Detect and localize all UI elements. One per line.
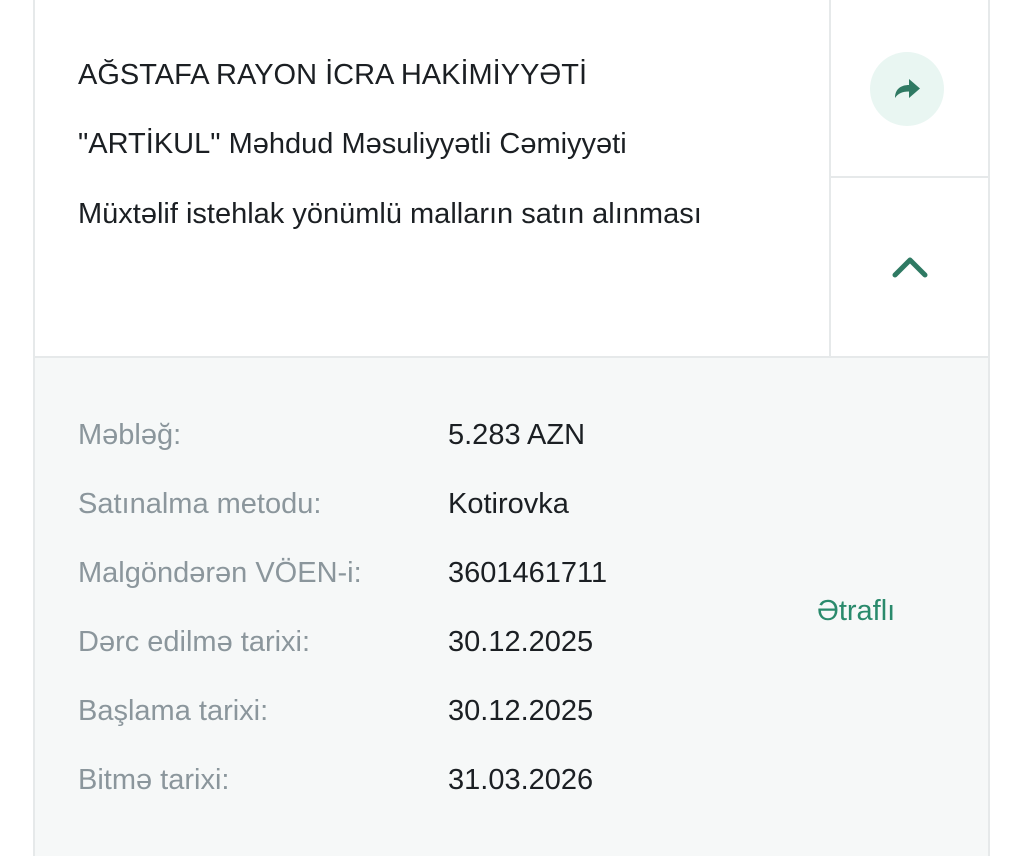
detail-value: 30.12.2025: [448, 626, 594, 658]
detail-label: Başlama tarixi:: [78, 695, 269, 727]
detail-value: 3601461711: [448, 557, 608, 589]
tender-subject: Müxtəlif istehlak yönümlü malların satın…: [78, 198, 702, 230]
share-cell: [831, 0, 988, 178]
tender-details: Məbləğ: 5.283 AZN Satınalma metodu: Koti…: [35, 358, 988, 856]
detail-value: 5.283 AZN: [448, 419, 586, 451]
chevron-up-icon: [892, 257, 927, 278]
detail-label: Məbləğ:: [78, 419, 182, 451]
collapse-button[interactable]: [831, 178, 988, 356]
detail-value: 30.12.2025: [448, 695, 594, 727]
detail-label: Malgöndərən VÖEN-i:: [78, 557, 362, 589]
share-button[interactable]: [870, 52, 944, 126]
tender-card: AĞSTAFA RAYON İCRA HAKİMİYYƏTİ "ARTİKUL"…: [33, 0, 990, 856]
organization-name: AĞSTAFA RAYON İCRA HAKİMİYYƏTİ: [78, 59, 588, 91]
more-details-link[interactable]: Ətraflı: [817, 591, 895, 631]
share-arrow-icon: [895, 79, 920, 98]
detail-value: 31.03.2026: [448, 764, 594, 796]
detail-label: Dərc edilmə tarixi:: [78, 626, 311, 658]
tender-card-header: AĞSTAFA RAYON İCRA HAKİMİYYƏTİ "ARTİKUL"…: [35, 0, 988, 358]
detail-label: Bitmə tarixi:: [78, 764, 230, 796]
detail-value: Kotirovka: [448, 488, 569, 520]
detail-label: Satınalma metodu:: [78, 488, 322, 520]
supplier-name: "ARTİKUL" Məhdud Məsuliyyətli Cəmiyyəti: [78, 128, 627, 160]
tender-info: AĞSTAFA RAYON İCRA HAKİMİYYƏTİ "ARTİKUL"…: [35, 0, 831, 356]
